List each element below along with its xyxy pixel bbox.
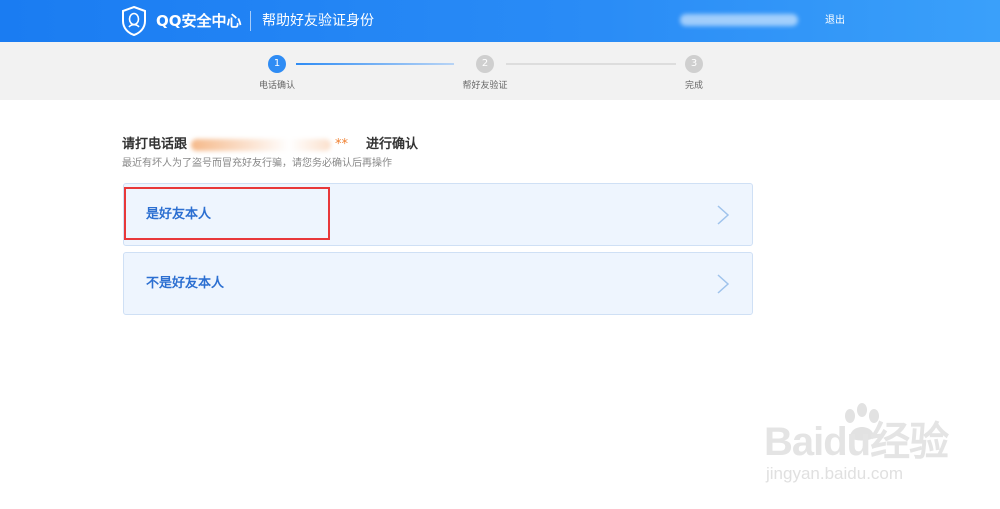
step-2-label: 帮好友验证 bbox=[462, 81, 508, 91]
step-3-label: 完成 bbox=[684, 81, 703, 91]
step-3-circle: 3 bbox=[685, 55, 703, 73]
step-2-circle: 2 bbox=[476, 55, 494, 73]
title-suffix: 进行确认 bbox=[366, 137, 419, 152]
brand-title: QQ安全中心 bbox=[156, 12, 242, 30]
shield-penguin-icon bbox=[122, 6, 146, 36]
warning-text: 最近有坏人为了盗号而冒充好友行骗，请您务必确认后再操作 bbox=[122, 158, 392, 169]
step-line-1 bbox=[296, 63, 454, 65]
logout-link[interactable]: 退出 bbox=[825, 13, 845, 29]
progress-steps: 1 电话确认 2 帮好友验证 3 完成 bbox=[0, 42, 1000, 100]
annotation-highlight-box bbox=[124, 187, 330, 240]
page-title: 请打电话跟 ** 进行确认 bbox=[122, 136, 418, 154]
option-not-friend[interactable]: 不是好友本人 bbox=[123, 252, 753, 315]
chevron-right-icon bbox=[717, 205, 730, 225]
option-not-friend-label: 不是好友本人 bbox=[146, 276, 225, 291]
step-line-2 bbox=[506, 63, 676, 65]
title-prefix: 请打电话跟 bbox=[122, 137, 188, 152]
title-stars: ** bbox=[335, 137, 349, 152]
header-subtitle: 帮助好友验证身份 bbox=[262, 13, 374, 29]
header-divider bbox=[250, 11, 251, 31]
top-header: QQ安全中心 帮助好友验证身份 退出 bbox=[0, 0, 1000, 42]
watermark-url: jingyan.baidu.com bbox=[766, 464, 904, 483]
user-name-blurred bbox=[680, 14, 798, 26]
phone-number-blurred bbox=[191, 139, 332, 151]
step-1-circle: 1 bbox=[268, 55, 286, 73]
step-1-label: 电话确认 bbox=[258, 81, 295, 91]
watermark-brand: Baidu经验 bbox=[764, 420, 949, 464]
chevron-right-icon bbox=[717, 274, 730, 294]
